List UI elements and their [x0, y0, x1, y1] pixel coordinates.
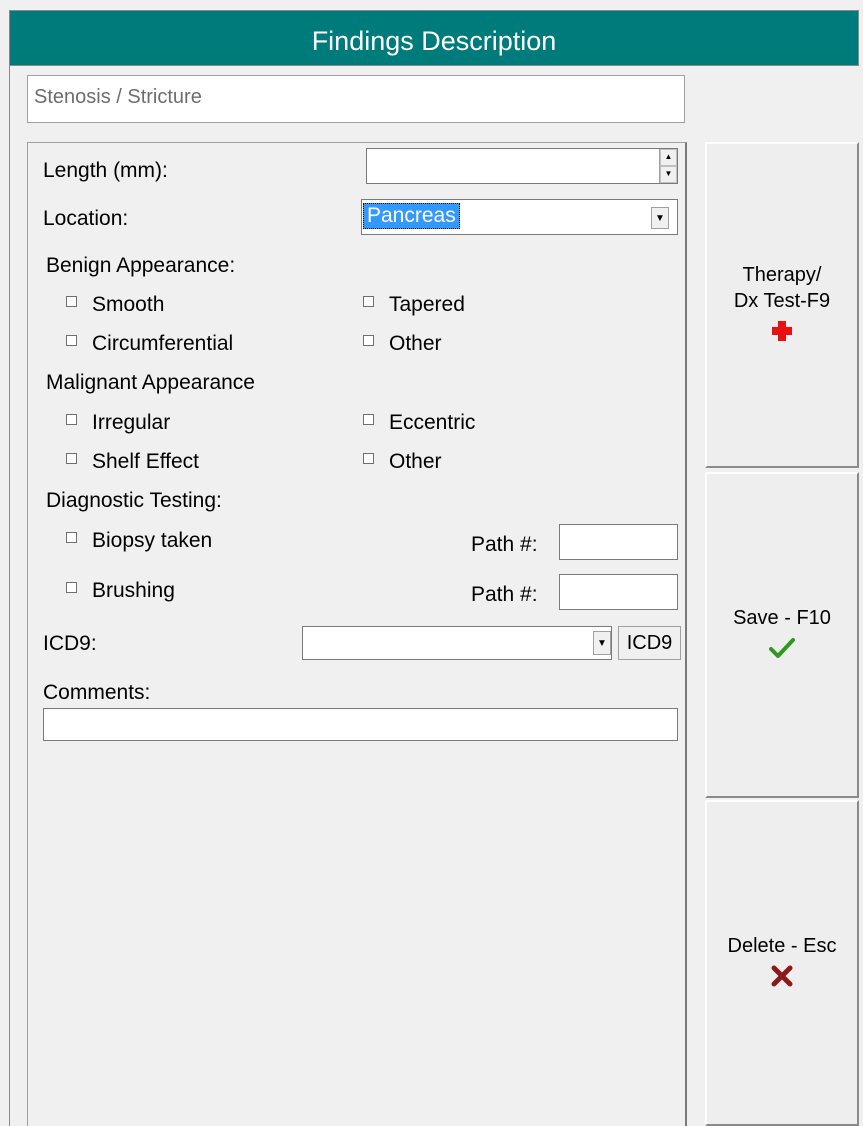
green-check-icon — [769, 635, 795, 665]
biopsy-taken-label: Biopsy taken — [92, 529, 213, 552]
brushing-label: Brushing — [92, 579, 175, 602]
length-label: Length (mm): — [43, 159, 168, 182]
eccentric-label: Eccentric — [389, 411, 476, 434]
biopsy-taken-checkbox[interactable] — [66, 532, 77, 543]
location-label: Location: — [43, 207, 129, 230]
shelf-effect-checkbox[interactable] — [66, 453, 77, 464]
irregular-checkbox[interactable] — [66, 414, 77, 425]
circumferential-checkbox[interactable] — [66, 335, 77, 346]
spin-up-icon[interactable]: ▲ — [660, 149, 677, 166]
length-spinner[interactable]: ▲ ▼ — [659, 149, 677, 183]
icd9-label: ICD9: — [43, 632, 97, 655]
therapy-label-line2: Dx Test-F9 — [733, 290, 831, 312]
circumferential-label: Circumferential — [92, 332, 234, 355]
diagnostic-testing-heading: Diagnostic Testing: — [46, 489, 222, 512]
delete-label: Delete - Esc — [727, 935, 837, 957]
benign-other-label: Other — [389, 332, 442, 355]
biopsy-path-input[interactable] — [559, 524, 678, 560]
save-label: Save - F10 — [733, 607, 831, 629]
malignant-other-checkbox[interactable] — [363, 453, 374, 464]
shelf-effect-label: Shelf Effect — [92, 450, 200, 473]
brushing-path-label: Path #: — [471, 583, 538, 606]
red-x-icon — [771, 963, 793, 993]
benign-other-checkbox[interactable] — [363, 335, 374, 346]
window-left-border — [9, 66, 10, 1126]
irregular-label: Irregular — [92, 411, 171, 434]
malignant-other-label: Other — [389, 450, 442, 473]
comments-input[interactable] — [43, 708, 678, 741]
smooth-label: Smooth — [92, 293, 165, 316]
icd9-dropdown-arrow-icon[interactable]: ▼ — [593, 631, 611, 655]
finding-name-field[interactable]: Stenosis / Stricture — [27, 75, 685, 123]
location-dropdown-arrow-icon[interactable]: ▼ — [651, 207, 669, 229]
brushing-checkbox[interactable] — [66, 582, 77, 593]
icd9-select[interactable] — [302, 626, 612, 660]
therapy-label-line1: Therapy/ — [742, 264, 822, 286]
benign-appearance-heading: Benign Appearance: — [46, 254, 236, 277]
eccentric-checkbox[interactable] — [363, 414, 374, 425]
smooth-checkbox[interactable] — [66, 296, 77, 307]
window-title: Findings Description — [9, 10, 859, 66]
brushing-path-input[interactable] — [559, 574, 678, 610]
therapy-dx-test-button[interactable]: Therapy/ Dx Test-F9 — [705, 142, 859, 468]
length-input[interactable] — [366, 148, 678, 184]
malignant-appearance-heading: Malignant Appearance — [46, 371, 255, 394]
location-selected-value: Pancreas — [363, 203, 460, 229]
tapered-checkbox[interactable] — [363, 296, 374, 307]
red-cross-icon — [771, 318, 793, 348]
biopsy-path-label: Path #: — [471, 533, 538, 556]
comments-label: Comments: — [43, 681, 151, 704]
icd9-lookup-button[interactable]: ICD9 — [618, 626, 681, 660]
delete-button[interactable]: Delete - Esc — [705, 800, 859, 1126]
tapered-label: Tapered — [389, 293, 465, 316]
spin-down-icon[interactable]: ▼ — [660, 166, 677, 183]
save-button[interactable]: Save - F10 — [705, 472, 859, 798]
